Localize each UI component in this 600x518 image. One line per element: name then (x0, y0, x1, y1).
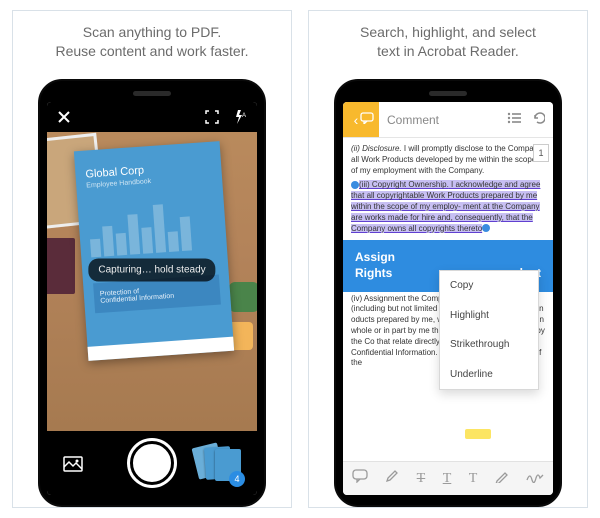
scan-stack-button[interactable]: 4 (199, 443, 241, 483)
desk-book-prop (47, 238, 75, 294)
signature-tool-icon[interactable] (526, 469, 544, 488)
comment-bubble-icon (360, 111, 374, 129)
highlight-mark (465, 429, 491, 439)
comments-tab[interactable]: ‹ (343, 102, 379, 137)
close-icon[interactable] (57, 110, 71, 124)
menu-item-copy[interactable]: Copy (440, 271, 538, 301)
annotation-toolbar: T T T (343, 461, 553, 495)
acrobat-header: ‹ Comment (343, 102, 553, 138)
crop-corners-icon[interactable] (205, 110, 219, 124)
menu-item-highlight[interactable]: Highlight (440, 301, 538, 331)
page-number-badge: 1 (533, 144, 549, 162)
text-context-menu: Copy Highlight Strikethrough Underline (439, 270, 539, 390)
para-lead: (ii) Disclosure. (351, 144, 402, 153)
selection-start-handle[interactable] (351, 181, 359, 189)
scan-bottom-bar: 4 (47, 431, 257, 495)
document-body[interactable]: 1 (ii) Disclosure. I will promptly discl… (343, 138, 553, 461)
doc-illustration (88, 197, 217, 258)
selection-end-handle[interactable] (482, 224, 490, 232)
feature-panel-acrobat: Search, highlight, and select text in Ac… (308, 10, 588, 508)
feature-caption: Scan anything to PDF. Reuse content and … (56, 23, 249, 63)
capture-toast: Capturing… hold steady (88, 258, 215, 281)
phone-earpiece (133, 91, 171, 96)
undo-icon[interactable] (531, 111, 545, 129)
heading-text: Assign (355, 250, 395, 264)
feature-panel-scan: Scan anything to PDF. Reuse content and … (12, 10, 292, 508)
phone-frame: ‹ Comment 1 (ii) (334, 79, 562, 507)
paragraph-selected: (iii) Copyright Ownership. I acknowledge… (351, 180, 545, 234)
camera-viewfinder: Global Corp Employee Handbook Protection (47, 132, 257, 431)
shutter-button[interactable] (130, 441, 174, 485)
desk-plant-prop (229, 282, 257, 312)
heading-text: Rights (355, 266, 392, 280)
caption-line: Scan anything to PDF. (56, 23, 249, 42)
scan-count-badge: 4 (229, 471, 245, 487)
feature-caption: Search, highlight, and select text in Ac… (360, 23, 536, 63)
phone-screen: A Global Corp Employee Handbook (47, 102, 257, 495)
caption-line: text in Acrobat Reader. (360, 42, 536, 61)
comments-list-icon[interactable] (507, 111, 521, 129)
underline-tool-icon[interactable]: T (443, 471, 452, 487)
header-title: Comment (387, 113, 507, 127)
highlighter-tool-icon[interactable] (385, 469, 399, 488)
phone-frame: A Global Corp Employee Handbook (38, 79, 266, 507)
scanned-document: Global Corp Employee Handbook Protection (74, 141, 234, 361)
phone-screen: ‹ Comment 1 (ii) (343, 102, 553, 495)
flash-auto-icon[interactable]: A (233, 110, 247, 124)
doc-white-strip (88, 337, 235, 361)
caption-line: Reuse content and work faster. (56, 42, 249, 61)
strikethrough-tool-icon[interactable]: T (417, 471, 426, 487)
para-lead: (iv) Assignment (351, 294, 406, 303)
pen-tool-icon[interactable] (495, 469, 509, 488)
menu-item-underline[interactable]: Underline (440, 360, 538, 390)
photo-library-icon[interactable] (63, 454, 83, 472)
scan-top-bar: A (47, 102, 257, 132)
menu-item-strikethrough[interactable]: Strikethrough (440, 330, 538, 360)
svg-text:A: A (242, 113, 246, 119)
caption-line: Search, highlight, and select (360, 23, 536, 42)
comment-tool-icon[interactable] (352, 469, 368, 488)
text-tool-icon[interactable]: T (469, 471, 478, 487)
phone-earpiece (429, 91, 467, 96)
chevron-left-icon: ‹ (354, 112, 359, 128)
para-lead: (iii) Copyright Ownership. (359, 180, 449, 189)
paragraph: (ii) Disclosure. I will promptly disclos… (351, 144, 545, 176)
